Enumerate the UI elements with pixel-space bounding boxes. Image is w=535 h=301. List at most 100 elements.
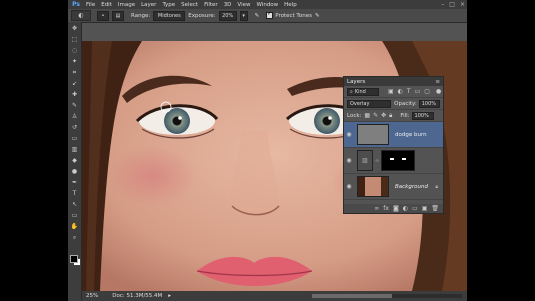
menu-window[interactable]: Window bbox=[256, 2, 278, 8]
clone-stamp-tool-icon[interactable]: ♙ bbox=[70, 112, 79, 121]
blend-mode-value: Overlay bbox=[350, 100, 370, 107]
exposure-input[interactable]: 20% bbox=[218, 10, 237, 21]
brush-panel-toggle[interactable]: ▤ bbox=[112, 10, 124, 21]
new-group-icon[interactable]: ▭ bbox=[412, 205, 418, 212]
add-mask-icon[interactable]: ◙ bbox=[393, 205, 399, 212]
filter-toggle-icon[interactable]: ● bbox=[436, 88, 441, 95]
menu-file[interactable]: File bbox=[86, 2, 95, 8]
menu-select[interactable]: Select bbox=[181, 2, 198, 8]
healing-brush-tool-icon[interactable]: ✚ bbox=[70, 90, 79, 99]
layer-row-dodge-burn[interactable]: ◉ dodge burn bbox=[344, 122, 443, 148]
adjustment-thumbnail: ▨ bbox=[357, 150, 373, 171]
visibility-eye-icon[interactable]: ◉ bbox=[345, 131, 353, 138]
menu-image[interactable]: Image bbox=[118, 2, 135, 8]
filter-type-icon[interactable]: T bbox=[407, 88, 411, 95]
menu-edit[interactable]: Edit bbox=[101, 2, 112, 8]
lock-fill-row: Lock: ▦ ✎ ✥ 🔒︎ Fill: 100% bbox=[344, 110, 443, 122]
blur-tool-icon[interactable]: ◆ bbox=[70, 156, 79, 165]
lasso-tool-icon[interactable]: ◌ bbox=[70, 46, 79, 55]
zoom-tool-icon[interactable]: ⌕ bbox=[70, 233, 79, 242]
minimize-icon[interactable]: – bbox=[441, 1, 444, 8]
photoshop-window: Ps File Edit Image Layer Type Select Fil… bbox=[68, 0, 467, 301]
type-tool-icon[interactable]: T bbox=[70, 189, 79, 198]
menu-type[interactable]: Type bbox=[162, 2, 175, 8]
mask-eye-left bbox=[390, 158, 395, 160]
visibility-eye-icon[interactable]: ◉ bbox=[345, 157, 353, 164]
layers-panel: Layers ≡ ⌕ Kind ▣ ◐ T ▭ ▢ ● Overlay Opac… bbox=[343, 76, 444, 214]
filter-shape-icon[interactable]: ▭ bbox=[415, 88, 421, 95]
opacity-value: 100% bbox=[421, 100, 437, 107]
quick-select-tool-icon[interactable]: ✦ bbox=[70, 57, 79, 66]
path-select-tool-icon[interactable]: ↖ bbox=[70, 200, 79, 209]
dodge-tool-icon[interactable]: ● bbox=[70, 167, 79, 176]
menu-layer[interactable]: Layer bbox=[141, 2, 156, 8]
lock-all-icon[interactable]: 🔒︎ bbox=[389, 112, 392, 120]
background-thumbnail bbox=[357, 176, 389, 197]
menu-3d[interactable]: 3D bbox=[224, 2, 232, 8]
menu-filter[interactable]: Filter bbox=[204, 2, 218, 8]
marquee-tool-icon[interactable]: ⬚ bbox=[70, 35, 79, 44]
exposure-slider-toggle[interactable]: ▾ bbox=[239, 10, 248, 21]
gradient-tool-icon[interactable]: ▥ bbox=[70, 145, 79, 154]
layer-mask-thumbnail[interactable] bbox=[381, 150, 416, 171]
menu-view[interactable]: View bbox=[237, 2, 250, 8]
foreground-color-swatch[interactable] bbox=[70, 255, 78, 263]
menu-help[interactable]: Help bbox=[284, 2, 297, 8]
photoshop-logo: Ps bbox=[72, 0, 80, 8]
brush-tool-icon[interactable]: ✎ bbox=[70, 101, 79, 110]
zoom-level[interactable]: 25% bbox=[86, 293, 98, 299]
window-controls: – □ × bbox=[441, 1, 465, 8]
pen-tool-icon[interactable]: ✒ bbox=[70, 178, 79, 187]
eyedropper-tool-icon[interactable]: ↙ bbox=[70, 79, 79, 88]
horizontal-scrollbar[interactable] bbox=[312, 294, 462, 298]
protect-tones-checkbox[interactable] bbox=[266, 11, 274, 19]
mask-link-icon[interactable]: ∞ bbox=[375, 158, 379, 164]
layer-name[interactable]: Background bbox=[395, 184, 428, 190]
filter-kind-select[interactable]: ⌕ Kind bbox=[347, 87, 379, 96]
brush-size-picker[interactable]: • bbox=[97, 10, 109, 21]
status-menu-arrow-icon[interactable]: ▸ bbox=[168, 293, 171, 299]
layer-name[interactable]: dodge burn bbox=[395, 132, 427, 138]
close-icon[interactable]: × bbox=[460, 1, 465, 8]
tools-panel: ✥ ⬚ ◌ ✦ ⌗ ↙ ✚ ✎ ♙ ↺ ▭ ▥ ◆ ● ✒ T ↖ ▭ ✋ ⌕ bbox=[68, 22, 82, 301]
filter-pixel-icon[interactable]: ▣ bbox=[388, 88, 394, 95]
airbrush-icon[interactable]: ✎ bbox=[255, 13, 260, 19]
filter-smart-object-icon[interactable]: ▢ bbox=[424, 88, 430, 95]
layer-row-adjustment[interactable]: ◉ ▨ ∞ bbox=[344, 148, 443, 174]
brush-panel-icon: ▤ bbox=[115, 12, 121, 19]
opacity-input[interactable]: 100% bbox=[418, 99, 440, 108]
link-layers-icon[interactable]: ∞ bbox=[374, 205, 379, 212]
move-tool-icon[interactable]: ✥ bbox=[70, 24, 79, 33]
opacity-label: Opacity: bbox=[394, 100, 417, 107]
history-brush-tool-icon[interactable]: ↺ bbox=[70, 123, 79, 132]
range-select[interactable]: Midtones bbox=[153, 10, 186, 21]
lock-icon: 🔒︎ bbox=[435, 183, 438, 190]
new-layer-icon[interactable]: ▣ bbox=[422, 205, 428, 212]
lock-pixels-icon[interactable]: ✎ bbox=[373, 112, 378, 119]
blend-mode-select[interactable]: Overlay bbox=[347, 99, 392, 108]
hand-tool-icon[interactable]: ✋ bbox=[70, 222, 79, 231]
scrollbar-thumb[interactable] bbox=[312, 294, 392, 298]
thumb-hair-left bbox=[358, 177, 365, 196]
layer-row-background[interactable]: ◉ Background 🔒︎ bbox=[344, 174, 443, 200]
lock-transparency-icon[interactable]: ▦ bbox=[364, 112, 370, 119]
eraser-tool-icon[interactable]: ▭ bbox=[70, 134, 79, 143]
exposure-value: 20% bbox=[222, 12, 234, 19]
crop-tool-icon[interactable]: ⌗ bbox=[70, 68, 79, 77]
fill-input[interactable]: 100% bbox=[411, 111, 434, 120]
right-black-frame bbox=[467, 0, 535, 301]
tool-preset-picker[interactable]: ◐ bbox=[71, 10, 91, 21]
panel-menu-icon[interactable]: ≡ bbox=[435, 79, 440, 85]
delete-layer-icon[interactable]: 🗑︎ bbox=[431, 205, 439, 212]
adjustment-layer-icon[interactable]: ◐ bbox=[403, 205, 408, 212]
lock-position-icon[interactable]: ✥ bbox=[381, 112, 386, 119]
chevron-down-icon: ▾ bbox=[242, 12, 245, 19]
filter-adjustment-icon[interactable]: ◐ bbox=[398, 88, 403, 95]
visibility-eye-icon[interactable]: ◉ bbox=[345, 183, 353, 190]
shape-tool-icon[interactable]: ▭ bbox=[70, 211, 79, 220]
maximize-icon[interactable]: □ bbox=[449, 1, 455, 8]
layer-style-icon[interactable]: fx bbox=[383, 205, 389, 212]
pressure-icon[interactable]: ✎ bbox=[315, 13, 320, 19]
blend-opacity-row: Overlay Opacity: 100% bbox=[344, 98, 443, 110]
exposure-label: Exposure: bbox=[188, 12, 216, 19]
